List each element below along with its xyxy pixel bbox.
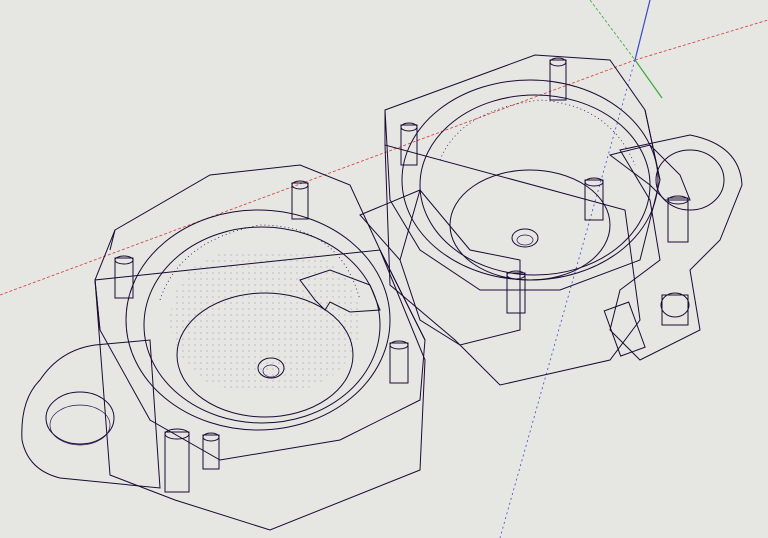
right-bowl-center-hole-inner — [516, 234, 534, 246]
boss-right-top[interactable] — [549, 57, 567, 101]
green-axis-line-solid — [634, 59, 663, 99]
boss-right-lug[interactable] — [667, 195, 689, 243]
right-body-side[interactable] — [384, 144, 641, 386]
green-axis-line — [589, 0, 636, 61]
viewport-canvas[interactable] — [0, 0, 768, 538]
right-bowl[interactable] — [401, 79, 659, 281]
boss-left-bottom-small[interactable] — [202, 432, 220, 470]
boss-left-right[interactable] — [389, 340, 409, 384]
right-bowl-wall-dots — [439, 99, 636, 166]
left-mounting-lug[interactable] — [21, 339, 161, 489]
3d-model[interactable] — [21, 54, 743, 531]
boss-center-bottom[interactable] — [506, 270, 526, 314]
right-bowl-rim-outer — [401, 79, 659, 281]
right-bowl-floor — [449, 169, 611, 281]
left-bowl[interactable] — [125, 209, 391, 431]
right-lug-hole[interactable] — [655, 149, 725, 211]
right-body-top[interactable] — [384, 54, 661, 291]
boss-right-lower-lug[interactable] — [660, 292, 690, 326]
red-axis-line-extended — [634, 19, 768, 61]
left-lug-hole-inner — [49, 404, 111, 446]
3d-modeling-viewport[interactable] — [0, 0, 768, 538]
boss-left-top[interactable] — [291, 180, 309, 220]
right-bowl-center-hole[interactable] — [511, 228, 539, 248]
boss-left-bottom[interactable] — [164, 428, 190, 493]
center-bridge[interactable] — [359, 189, 521, 346]
blue-axis-line — [634, 0, 651, 61]
right-bowl-rim-inner — [419, 94, 651, 276]
